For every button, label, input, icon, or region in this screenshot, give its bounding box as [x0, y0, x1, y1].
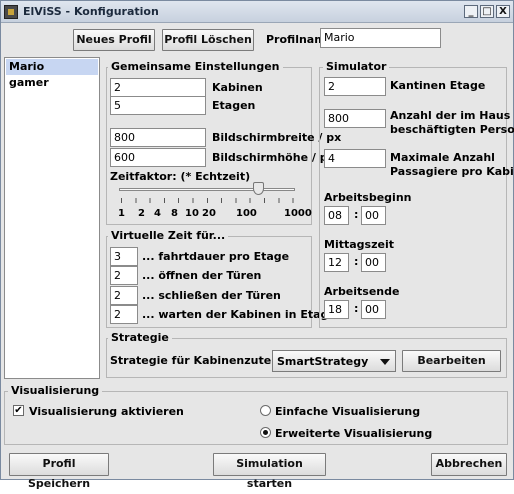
extended-visualization-radio[interactable]	[260, 427, 271, 438]
screen-height-label: Bildschirmhöhe / px	[212, 151, 335, 164]
arbeitsende-colon: :	[354, 302, 359, 315]
new-profile-button[interactable]: Neues Profil	[73, 29, 155, 51]
strategy-title: Strategie	[108, 331, 172, 344]
visualization-enable-label: Visualisierung aktivieren	[29, 405, 184, 418]
schliessen-label: ... schließen der Türen	[142, 289, 281, 302]
warten-label: ... warten der Kabinen in Etage	[142, 308, 336, 321]
schliessen-input[interactable]: 2	[110, 286, 138, 305]
screen-width-input[interactable]: 800	[110, 128, 206, 147]
edit-strategy-button[interactable]: Bearbeiten	[402, 350, 501, 372]
mittagszeit-colon: :	[354, 255, 359, 268]
etagen-input[interactable]: 5	[110, 96, 206, 115]
kabinen-input[interactable]: 2	[110, 78, 206, 97]
chevron-down-icon	[380, 359, 390, 365]
etagen-label: Etagen	[212, 99, 256, 112]
profile-item-gamer[interactable]: gamer	[6, 75, 98, 91]
fahrtdauer-label: ... fahrtdauer pro Etage	[142, 250, 290, 263]
strategy-select[interactable]: SmartStrategy	[272, 350, 396, 372]
minimize-button[interactable]: _	[464, 5, 478, 18]
simple-visualization-radio[interactable]	[260, 405, 271, 416]
fahrtdauer-input[interactable]: 3	[110, 247, 138, 266]
arbeitsende-label: Arbeitsende	[324, 285, 400, 298]
screen-height-input[interactable]: 600	[110, 148, 206, 167]
zeitfaktor-slider[interactable]	[119, 182, 297, 206]
tick-label-8: 8	[171, 208, 178, 219]
oeffnen-label: ... öffnen der Türen	[142, 269, 262, 282]
persons-label-1: Anzahl der im Haus	[390, 109, 511, 122]
window-title: ElViSS - Konfiguration	[23, 5, 159, 18]
slider-track	[119, 188, 295, 191]
visualization-group	[4, 391, 508, 445]
visualization-enable-checkbox[interactable]: ✔	[13, 405, 24, 416]
arbeitsbeginn-minute[interactable]: 00	[361, 206, 386, 225]
mittagszeit-minute[interactable]: 00	[361, 253, 386, 272]
slider-thumb[interactable]	[253, 182, 264, 195]
slider-ticks	[121, 198, 295, 203]
visualization-title: Visualisierung	[8, 384, 103, 397]
mittagszeit-label: Mittagszeit	[324, 238, 394, 251]
strategy-select-value: SmartStrategy	[277, 355, 369, 368]
delete-profile-button[interactable]: Profil Löschen	[162, 29, 254, 51]
passengers-label-2: Passagiere pro Kabine	[390, 165, 514, 178]
warten-input[interactable]: 2	[110, 305, 138, 324]
tick-label-1: 1	[118, 208, 125, 219]
mittagszeit-hour[interactable]: 12	[324, 253, 349, 272]
kantinen-label: Kantinen Etage	[390, 79, 486, 92]
tick-label-100: 100	[236, 208, 257, 219]
extended-visualization-label: Erweiterte Visualisierung	[275, 427, 433, 440]
tick-label-10: 10	[185, 208, 199, 219]
close-button[interactable]: X	[496, 5, 510, 18]
passengers-input[interactable]: 4	[324, 149, 386, 168]
tick-label-20: 20	[202, 208, 216, 219]
maximize-button[interactable]: □	[480, 5, 494, 18]
common-settings-title: Gemeinsame Einstellungen	[108, 60, 283, 73]
passengers-label-1: Maximale Anzahl	[390, 151, 495, 164]
arbeitsende-minute[interactable]: 00	[361, 300, 386, 319]
title-bar: ElViSS - Konfiguration _ □ X	[1, 1, 513, 23]
persons-label-2: beschäftigten Personen	[390, 123, 514, 136]
simple-visualization-label: Einfache Visualisierung	[275, 405, 421, 418]
zeitfaktor-label: Zeitfaktor: (* Echtzeit)	[110, 170, 251, 183]
persons-input[interactable]: 800	[324, 109, 386, 128]
profile-list[interactable]: Mario gamer	[4, 57, 100, 379]
profile-name-input[interactable]: Mario	[320, 28, 441, 48]
virtual-time-title: Virtuelle Zeit für...	[108, 229, 229, 242]
kabinen-label: Kabinen	[212, 81, 263, 94]
simulator-title: Simulator	[323, 60, 390, 73]
save-profile-button[interactable]: Profil Speichern	[9, 453, 109, 490]
profile-item-mario[interactable]: Mario	[6, 59, 98, 75]
oeffnen-input[interactable]: 2	[110, 266, 138, 285]
config-window: ElViSS - Konfiguration _ □ X Neues Profi…	[0, 0, 514, 490]
arbeitsbeginn-label: Arbeitsbeginn	[324, 191, 412, 204]
kantinen-input[interactable]: 2	[324, 77, 386, 96]
arbeitsbeginn-hour[interactable]: 08	[324, 206, 349, 225]
arbeitsbeginn-colon: :	[354, 208, 359, 221]
arbeitsende-hour[interactable]: 18	[324, 300, 349, 319]
start-simulation-button[interactable]: Simulation starten	[213, 453, 326, 490]
app-icon	[4, 5, 18, 19]
tick-label-4: 4	[154, 208, 161, 219]
tick-label-2: 2	[138, 208, 145, 219]
tick-label-1000: 1000	[284, 208, 312, 219]
cancel-button[interactable]: Abbrechen	[431, 453, 507, 476]
